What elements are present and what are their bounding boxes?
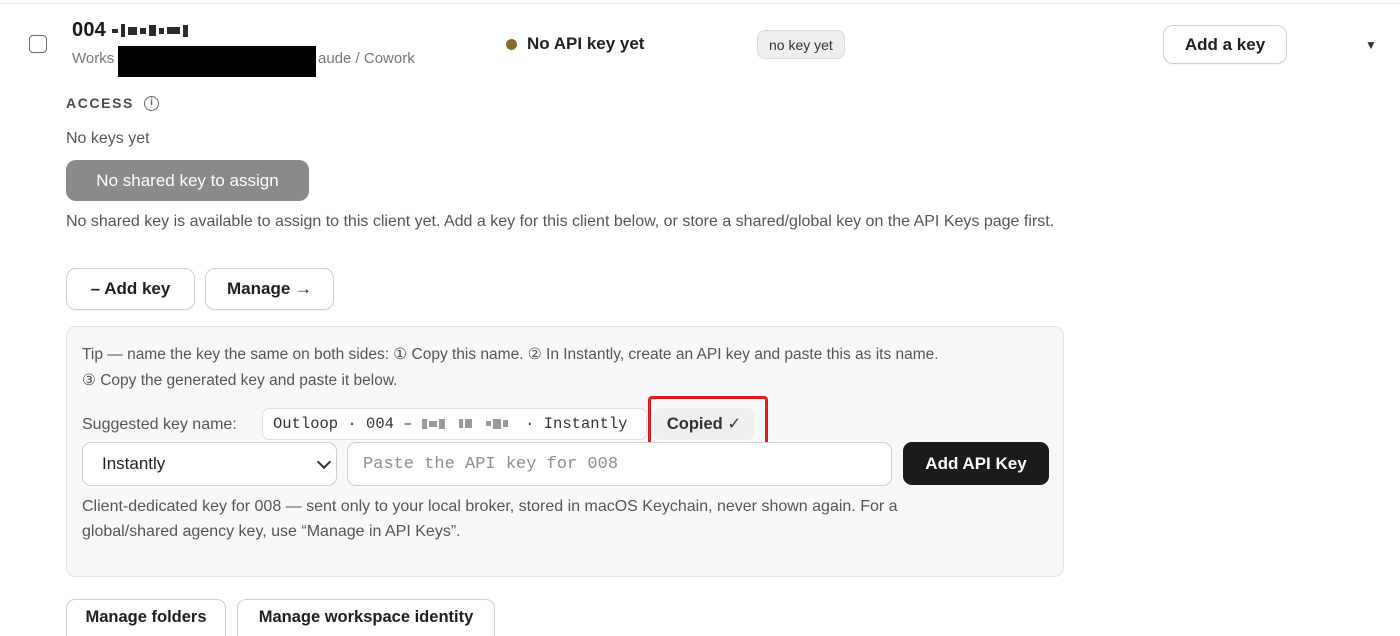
expand-arrow-icon[interactable]: ▼ <box>1365 38 1377 52</box>
add-api-key-button[interactable]: Add API Key <box>903 442 1049 485</box>
access-explanation: No shared key is available to assign to … <box>66 213 1055 230</box>
access-heading: ACCESS <box>66 95 134 111</box>
api-key-input[interactable] <box>347 442 892 486</box>
redacted-name <box>111 19 191 42</box>
add-key-button[interactable]: – Add key <box>66 268 195 310</box>
status-badge: no key yet <box>757 30 845 59</box>
add-a-key-button[interactable]: Add a key <box>1163 25 1287 64</box>
suggested-key-suffix: · Instantly <box>525 415 628 434</box>
top-divider <box>0 3 1400 4</box>
manage-folders-button[interactable]: Manage folders <box>66 599 226 636</box>
client-number: 004 <box>72 19 106 41</box>
redaction-bar <box>118 46 316 77</box>
redacted-key-fragment <box>421 409 516 439</box>
no-shared-key-button: No shared key to assign <box>66 160 309 201</box>
chevron-down-icon <box>316 454 332 470</box>
manage-button[interactable]: Manage → <box>205 268 334 310</box>
suggested-key-label: Suggested key name: <box>82 416 237 433</box>
client-title: 004 <box>72 19 191 42</box>
row-checkbox[interactable] <box>29 35 47 53</box>
client-subtitle-start: Works <box>72 50 115 67</box>
client-subtitle-end: aude / Cowork <box>318 50 415 67</box>
status-text: No API key yet <box>527 34 645 53</box>
key-note-line-2: global/shared agency key, use “Manage in… <box>82 523 461 540</box>
manage-workspace-identity-button[interactable]: Manage workspace identity <box>237 599 495 636</box>
tip-line-1: Tip — name the key the same on both side… <box>82 346 939 363</box>
provider-select-value: Instantly <box>102 454 166 473</box>
key-note-line-1: Client-dedicated key for 008 — sent only… <box>82 498 898 515</box>
highlight-annotation <box>648 396 768 446</box>
provider-select[interactable]: Instantly <box>82 442 337 486</box>
suggested-key-name[interactable]: Outloop · 004 – · Instantly <box>262 408 647 440</box>
suggested-key-prefix: Outloop · 004 – <box>273 415 413 434</box>
info-icon[interactable]: i <box>144 96 159 111</box>
tip-line-2: ③ Copy the generated key and paste it be… <box>82 372 398 389</box>
no-keys-text: No keys yet <box>66 130 150 147</box>
status-dot <box>506 39 517 50</box>
